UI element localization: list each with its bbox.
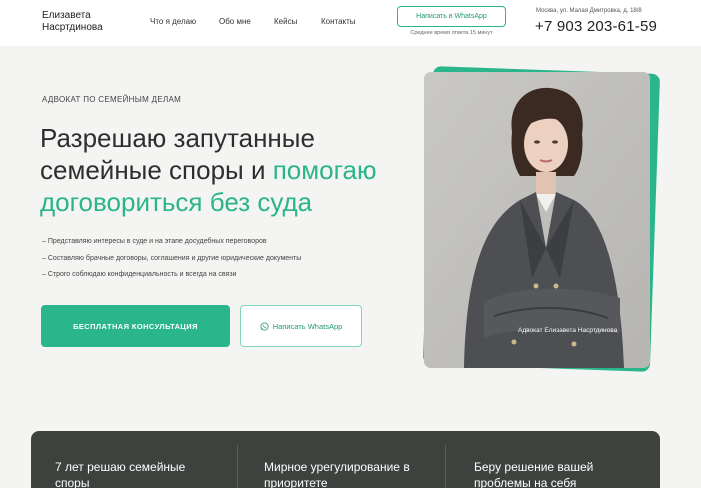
header-whatsapp-button[interactable]: Написать в WhatsApp — [397, 6, 506, 27]
logo-first-name: Елизавета — [42, 10, 91, 21]
hero-headline: Разрешаю запутанные семейные споры и пом… — [40, 122, 420, 218]
office-address: Москва, ул. Малая Дмитровка, д. 18/8 — [536, 8, 642, 14]
nav-contacts[interactable]: Контакты — [321, 17, 356, 26]
nav-about[interactable]: Обо мне — [219, 17, 251, 26]
site-header: Елизавета Насртдинова Что я делаю Обо мн… — [0, 0, 701, 46]
logo[interactable]: Елизавета Насртдинова — [42, 10, 103, 34]
advantage-experience: 7 лет решаю семейные споры — [55, 460, 186, 488]
hero-eyebrow: АДВОКАТ ПО СЕМЕЙНЫМ ДЕЛАМ — [42, 95, 182, 104]
advantages-panel: 7 лет решаю семейные споры Мирное урегул… — [31, 431, 660, 488]
nav-what-i-do[interactable]: Что я делаю — [150, 17, 196, 26]
lawyer-photo — [424, 72, 650, 368]
advantage-peaceful: Мирное урегулирование в приоритете — [264, 460, 410, 488]
advantage-divider — [237, 445, 238, 488]
advantage-responsibility: Беру решение вашей проблемы на себя — [474, 460, 594, 488]
free-consultation-button[interactable]: БЕСПЛАТНАЯ КОНСУЛЬТАЦИЯ — [41, 305, 230, 347]
service-item-documents: – Составляю брачные договоры, соглашения… — [42, 254, 302, 262]
service-list: – Представляю интересы в суде и на этапе… — [42, 237, 301, 287]
advantage-divider — [445, 445, 446, 488]
hero-whatsapp-button[interactable]: Написать WhatsApp — [240, 305, 362, 347]
whatsapp-icon — [260, 321, 269, 331]
service-item-court: – Представляю интересы в суде и на этапе… — [42, 238, 267, 245]
logo-last-name: Насртдинова — [42, 22, 103, 33]
portrait-illustration — [424, 72, 650, 368]
nav-cases[interactable]: Кейсы — [274, 17, 297, 26]
photo-caption: Адвокат Елизавета Насртдинова — [518, 327, 618, 334]
hero-whatsapp-label: Написать WhatsApp — [272, 321, 343, 331]
service-item-confidentiality: – Строго соблюдаю конфиденциальность и в… — [42, 271, 237, 278]
phone-link[interactable]: +7 903 203-61-59 — [535, 18, 657, 35]
response-time-note: Среднее время ответа 15 минут — [410, 30, 493, 36]
